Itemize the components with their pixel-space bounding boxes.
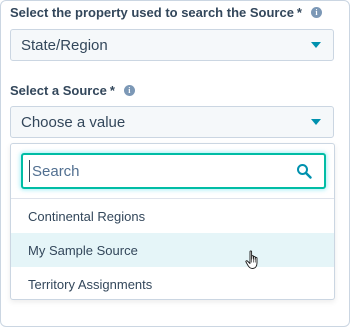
chevron-down-icon — [311, 42, 321, 48]
required-marker: * — [296, 5, 302, 20]
chevron-down-icon — [311, 119, 321, 125]
source-select-value: Choose a value — [21, 113, 126, 131]
source-dropdown-menu: Continental Regions My Sample Source Ter… — [10, 143, 335, 300]
pointer-hand-icon — [245, 250, 258, 269]
required-marker: * — [109, 83, 115, 98]
property-field-label: Select the property used to search the S… — [10, 5, 322, 20]
property-select[interactable]: State/Region — [10, 29, 334, 61]
search-icon[interactable] — [296, 163, 312, 179]
property-select-value: State/Region — [21, 36, 108, 54]
option-continental-regions[interactable]: Continental Regions — [11, 199, 334, 233]
option-label: My Sample Source — [28, 242, 138, 258]
search-input[interactable] — [29, 160, 282, 182]
option-my-sample-source[interactable]: My Sample Source — [11, 233, 334, 267]
option-territory-assignments[interactable]: Territory Assignments — [11, 267, 334, 301]
source-select[interactable]: Choose a value — [10, 106, 334, 138]
search-box[interactable] — [21, 153, 326, 189]
info-icon[interactable]: i — [310, 7, 322, 18]
source-field-label: Select a Source * i — [10, 83, 135, 98]
option-label: Territory Assignments — [28, 276, 153, 292]
info-icon[interactable]: i — [123, 85, 135, 96]
property-field-label-text: Select the property used to search the S… — [10, 5, 294, 20]
option-label: Continental Regions — [28, 208, 146, 224]
source-field-label-text: Select a Source — [10, 83, 107, 98]
